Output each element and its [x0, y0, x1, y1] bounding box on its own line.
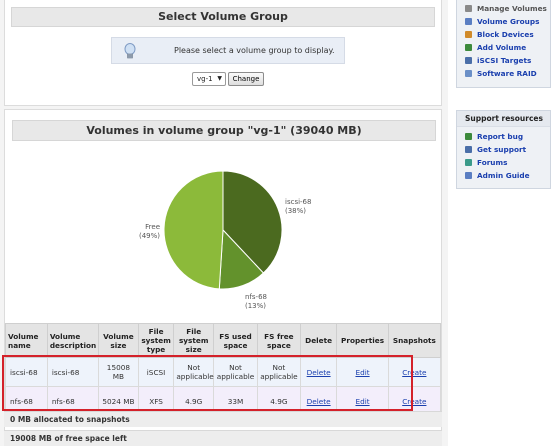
pie-pct-free: (49%) — [139, 232, 160, 240]
volumes-panel: Volumes in volume group "vg-1" (39040 MB… — [4, 109, 442, 446]
support-item-label: Admin Guide — [477, 171, 530, 180]
volumes-table: Volume name Volume description Volume si… — [5, 323, 442, 416]
column-header: Volume size — [98, 323, 139, 358]
add-volume-icon — [465, 44, 472, 51]
lightbulb-icon — [124, 43, 136, 59]
pie-pct-nfs: (13%) — [245, 302, 266, 310]
volume-groups-icon — [465, 18, 472, 25]
volumes-icon — [465, 5, 472, 12]
delete-link[interactable]: Delete — [307, 397, 331, 406]
cell-properties: Edit — [336, 357, 389, 387]
cell-fs-free: Not applicable — [256, 357, 301, 387]
sidebar-item-label: Block Devices — [477, 30, 534, 39]
change-button[interactable]: Change — [228, 72, 264, 86]
select-volume-group-panel: Select Volume Group Please select a volu… — [4, 0, 442, 106]
delete-link[interactable]: Delete — [307, 368, 331, 377]
pie-label-nfs: nfs-68 — [245, 293, 267, 301]
column-header: Properties — [336, 323, 389, 358]
pie-label-iscsi: iscsi-68 — [285, 198, 311, 206]
iscsi-targets-icon — [465, 57, 472, 64]
cell-fs-type: iSCSI — [137, 357, 175, 387]
cell-fs-size: Not applicable — [173, 357, 215, 387]
pie-label-free: Free — [145, 223, 160, 231]
forums-icon — [465, 159, 472, 166]
volume-group-select-value: vg-1 — [197, 75, 213, 83]
support-item-report-bug[interactable]: Report bug — [457, 130, 550, 143]
sidebar-item-label: Volume Groups — [477, 17, 540, 26]
support-item-label: Get support — [477, 145, 527, 154]
column-header: FS used space — [213, 323, 258, 358]
column-header: Snapshots — [387, 323, 442, 358]
sidebar-nav: Manage Volumes Volume Groups Block Devices… — [456, 0, 551, 88]
cell-snapshots: Create — [387, 357, 442, 387]
table-row: iscsi-68 iscsi-68 15008 MB iSCSI Not app… — [5, 357, 442, 387]
free-space-summary: 19008 MB of free space left — [4, 430, 442, 446]
cell-volume-size: 15008 MB — [98, 357, 139, 387]
info-box: Please select a volume group to display. — [111, 37, 345, 64]
volume-usage-pie-chart: iscsi-68 (38%) nfs-68 (13%) Free (49%) — [139, 170, 311, 310]
sidebar-item-label: iSCSI Targets — [477, 56, 532, 65]
cell-volume-description: iscsi-68 — [46, 357, 100, 387]
column-header: FS free space — [256, 323, 301, 358]
pie-slice-free — [163, 170, 224, 290]
dropdown-arrow-icon: ▼ — [217, 75, 222, 82]
pie-pct-iscsi: (38%) — [285, 207, 306, 215]
column-header: File system size — [173, 323, 215, 358]
sidebar-item-iscsi-targets[interactable]: iSCSI Targets — [457, 54, 550, 67]
support-item-label: Forums — [477, 158, 508, 167]
select-volume-group-title: Select Volume Group — [11, 7, 435, 27]
support-icon — [465, 146, 472, 153]
sidebar-item-volume-groups[interactable]: Volume Groups — [457, 15, 550, 28]
create-snapshot-link[interactable]: Create — [402, 397, 426, 406]
column-header: File system type — [137, 323, 175, 358]
support-resources: Support resources Report bug Get support F… — [456, 110, 551, 189]
support-item-forums[interactable]: Forums — [457, 156, 550, 169]
edit-link[interactable]: Edit — [355, 397, 369, 406]
snapshots-summary: 0 MB allocated to snapshots — [4, 411, 442, 427]
software-raid-icon — [465, 70, 472, 77]
cell-fs-used: Not applicable — [213, 357, 258, 387]
bug-icon — [465, 133, 472, 140]
support-item-label: Report bug — [477, 132, 524, 141]
sidebar-item-label: Manage Volumes — [477, 4, 547, 13]
block-devices-icon — [465, 31, 472, 38]
sidebar-item-block-devices[interactable]: Block Devices — [457, 28, 550, 41]
info-message: Please select a volume group to display. — [174, 46, 335, 55]
create-snapshot-link[interactable]: Create — [402, 368, 426, 377]
sidebar-item-software-raid[interactable]: Software RAID — [457, 67, 550, 80]
sidebar-item-label: Add Volume — [477, 43, 527, 52]
cell-volume-name: iscsi-68 — [5, 357, 48, 387]
main-content: Select Volume Group Please select a volu… — [0, 0, 448, 446]
volume-group-select[interactable]: vg-1 ▼ — [192, 72, 226, 86]
edit-link[interactable]: Edit — [355, 368, 369, 377]
sidebar-item-add-volume[interactable]: Add Volume — [457, 41, 550, 54]
sidebar: Manage Volumes Volume Groups Block Devices… — [448, 0, 554, 446]
sidebar-item-label: Software RAID — [477, 69, 537, 78]
sidebar-item-manage-volumes[interactable]: Manage Volumes — [457, 2, 550, 15]
column-header: Volume description — [46, 323, 100, 358]
guide-icon — [465, 172, 472, 179]
column-header: Delete — [299, 323, 338, 358]
column-header: Volume name — [5, 323, 48, 358]
support-resources-title: Support resources — [457, 111, 550, 127]
support-item-get-support[interactable]: Get support — [457, 143, 550, 156]
cell-delete: Delete — [299, 357, 338, 387]
table-header-row: Volume name Volume description Volume si… — [5, 323, 442, 358]
support-item-admin-guide[interactable]: Admin Guide — [457, 169, 550, 182]
